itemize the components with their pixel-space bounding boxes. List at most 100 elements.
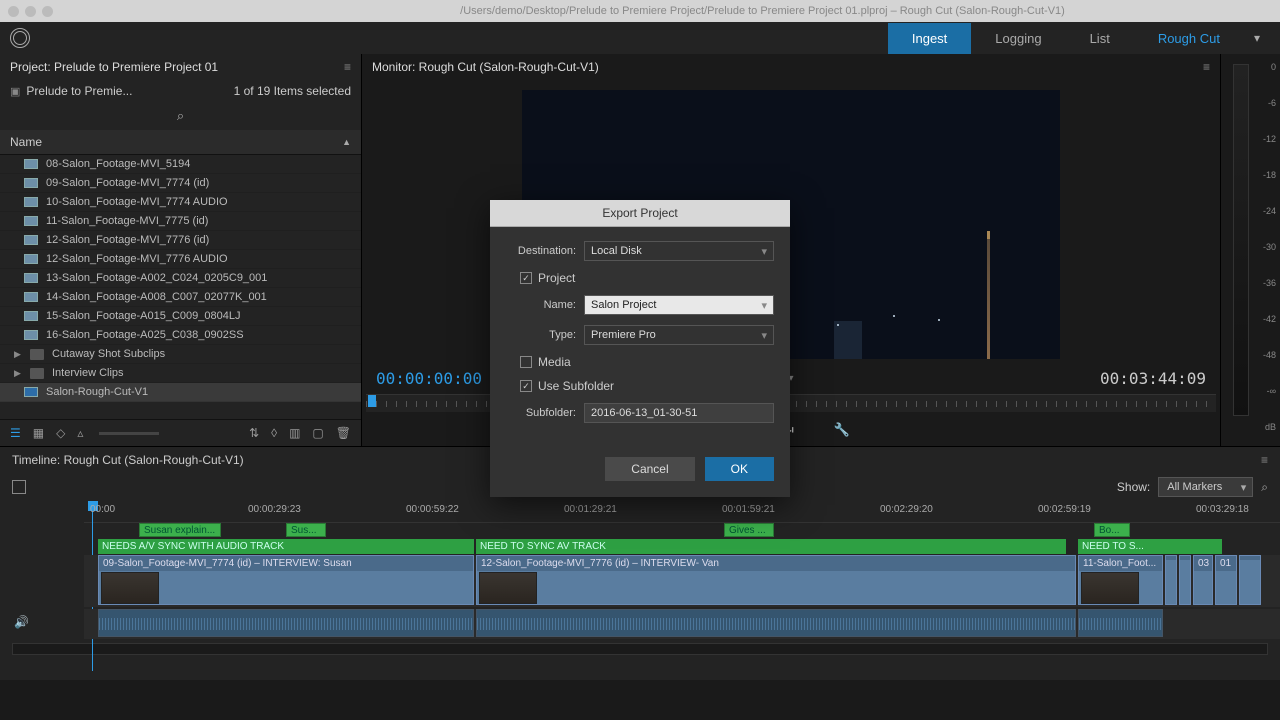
tab-list[interactable]: List (1066, 23, 1134, 54)
search-icon[interactable]: ⌕ (1261, 480, 1268, 495)
zoom-slider[interactable] (99, 432, 159, 435)
ruler-tick-label: 00:00:29:23 (248, 504, 301, 515)
video-track[interactable]: 09-Salon_Footage-MVI_7774 (id) – INTERVI… (84, 555, 1280, 607)
search-icon[interactable]: ⌕ (177, 108, 184, 123)
app-topbar: Ingest Logging List Rough Cut ▾ (0, 22, 1280, 54)
zoom-out-icon[interactable]: ▵ (77, 426, 83, 440)
toggle-track-visibility[interactable] (12, 480, 26, 494)
playhead-icon[interactable] (368, 395, 376, 407)
ruler-tick-label: 00:02:29:20 (880, 504, 933, 515)
project-item[interactable]: 11-Salon_Footage-MVI_7775 (id) (0, 212, 361, 231)
sync-track[interactable]: NEEDS A/V SYNC WITH AUDIO TRACKNEED TO S… (84, 539, 1280, 555)
project-item[interactable]: 08-Salon_Footage-MVI_5194 (0, 155, 361, 174)
panel-menu-icon[interactable]: ≡ (1261, 453, 1268, 467)
audio-clip[interactable] (1078, 609, 1163, 637)
project-item[interactable]: Salon-Rough-Cut-V1 (0, 383, 361, 402)
subfolder-input[interactable]: 2016-06-13_01-30-51 (584, 403, 774, 423)
traffic-minimize-icon[interactable] (25, 6, 36, 17)
folder-icon (30, 368, 44, 379)
panel-menu-icon[interactable]: ≡ (344, 60, 351, 74)
speaker-icon[interactable]: 🔊 (14, 615, 29, 629)
marker-track[interactable]: Susan explain... Sus... Gives ... Bo... (84, 523, 1280, 539)
project-item[interactable]: ▶ Cutaway Shot Subclips (0, 345, 361, 364)
timecode-out[interactable]: 00:03:44:09 (1100, 369, 1206, 388)
audio-track[interactable]: 🔊 (84, 609, 1280, 639)
item-label: 13-Salon_Footage-A002_C024_0205C9_001 (46, 272, 267, 284)
audio-clip[interactable] (476, 609, 1076, 637)
folder-icon: ▣ (10, 85, 20, 98)
item-label: 15-Salon_Footage-A015_C009_0804LJ (46, 310, 241, 322)
new-bin-icon[interactable]: ▥ (289, 426, 300, 440)
timeline-marker[interactable]: Bo... (1094, 523, 1130, 537)
sort-icon[interactable]: ▲ (342, 137, 351, 147)
creative-cloud-icon[interactable] (10, 28, 30, 48)
sort-icon[interactable]: ⇅ (249, 426, 259, 440)
name-dropdown[interactable]: Salon Project (584, 295, 774, 315)
video-clip[interactable] (1239, 555, 1261, 605)
auto-size-icon[interactable]: ◇ (56, 426, 65, 440)
ok-button[interactable]: OK (705, 457, 774, 481)
project-item[interactable]: ▶ Interview Clips (0, 364, 361, 383)
project-panel: Project: Prelude to Premiere Project 01 … (0, 54, 362, 446)
cancel-button[interactable]: Cancel (605, 457, 694, 481)
video-clip[interactable] (1179, 555, 1191, 605)
item-label: Salon-Rough-Cut-V1 (46, 386, 148, 398)
timeline-marker[interactable]: Gives ... (724, 523, 774, 537)
meter-tick-label: dB (1265, 422, 1276, 432)
window-title: /Users/demo/Desktop/Prelude to Premiere … (253, 5, 1272, 17)
project-item[interactable]: 09-Salon_Footage-MVI_7774 (id) (0, 174, 361, 193)
project-item[interactable]: 13-Salon_Footage-A002_C024_0205C9_001 (0, 269, 361, 288)
timeline-scrollbar[interactable] (12, 643, 1268, 655)
tab-rough-cut[interactable]: Rough Cut (1134, 23, 1244, 54)
project-item[interactable]: 10-Salon_Footage-MVI_7774 AUDIO (0, 193, 361, 212)
timeline-ruler[interactable]: 00:0000:00:29:2300:00:59:2200:01:29:2100… (84, 501, 1280, 523)
audio-clip[interactable] (98, 609, 474, 637)
clip-icon (24, 292, 38, 302)
project-checkbox[interactable]: ✓ (520, 272, 532, 284)
marker-filter-dropdown[interactable]: All Markers (1158, 477, 1253, 497)
item-label: 08-Salon_Footage-MVI_5194 (46, 158, 190, 170)
destination-dropdown[interactable]: Local Disk (584, 241, 774, 261)
item-label: 09-Salon_Footage-MVI_7774 (id) (46, 177, 209, 189)
trash-icon[interactable]: 🗑 (336, 426, 351, 440)
timecode-in[interactable]: 00:00:00:00 (376, 369, 482, 388)
type-dropdown[interactable]: Premiere Pro (584, 325, 774, 345)
video-clip[interactable]: 01 (1215, 555, 1237, 605)
thumbnail-view-icon[interactable]: ▦ (33, 426, 44, 440)
item-label: 14-Salon_Footage-A008_C007_02077K_001 (46, 291, 267, 303)
video-clip[interactable]: 09-Salon_Footage-MVI_7774 (id) – INTERVI… (98, 555, 474, 605)
video-clip[interactable]: 11-Salon_Foot... (1078, 555, 1163, 605)
traffic-zoom-icon[interactable] (42, 6, 53, 17)
sync-marker[interactable]: NEED TO SYNC AV TRACK (476, 539, 1066, 554)
chevron-right-icon[interactable]: ▶ (14, 368, 22, 379)
media-checkbox[interactable] (520, 356, 532, 368)
tab-logging[interactable]: Logging (971, 23, 1065, 54)
chevron-right-icon[interactable]: ▶ (14, 349, 22, 360)
sync-marker[interactable]: NEEDS A/V SYNC WITH AUDIO TRACK (98, 539, 474, 554)
project-item[interactable]: 16-Salon_Footage-A025_C038_0902SS (0, 326, 361, 345)
traffic-close-icon[interactable] (8, 6, 19, 17)
list-view-icon[interactable]: ☰ (10, 426, 21, 440)
find-icon[interactable]: ◊ (271, 426, 277, 440)
timeline-marker[interactable]: Sus... (286, 523, 326, 537)
workspace-menu-icon[interactable]: ▾ (1244, 23, 1270, 54)
video-clip[interactable] (1165, 555, 1177, 605)
video-clip[interactable]: 03 (1193, 555, 1213, 605)
project-item[interactable]: 12-Salon_Footage-MVI_7776 (id) (0, 231, 361, 250)
item-label: Interview Clips (52, 367, 124, 379)
project-item[interactable]: 12-Salon_Footage-MVI_7776 AUDIO (0, 250, 361, 269)
video-clip[interactable]: 12-Salon_Footage-MVI_7776 (id) – INTERVI… (476, 555, 1076, 605)
project-item[interactable]: 15-Salon_Footage-A015_C009_0804LJ (0, 307, 361, 326)
breadcrumb[interactable]: Prelude to Premie... (26, 84, 132, 98)
new-folder-icon[interactable]: ▢ (312, 426, 323, 440)
timeline-marker[interactable]: Susan explain... (139, 523, 221, 537)
subfolder-checkbox[interactable]: ✓ (520, 380, 532, 392)
sync-marker[interactable]: NEED TO S... (1078, 539, 1222, 554)
panel-menu-icon[interactable]: ≡ (1203, 60, 1210, 74)
item-label: Cutaway Shot Subclips (52, 348, 165, 360)
column-header-name[interactable]: Name (10, 135, 42, 149)
project-item[interactable]: 14-Salon_Footage-A008_C007_02077K_001 (0, 288, 361, 307)
project-checkbox-label: Project (538, 271, 575, 285)
settings-icon[interactable]: 🔧 (834, 422, 850, 438)
tab-ingest[interactable]: Ingest (888, 23, 971, 54)
